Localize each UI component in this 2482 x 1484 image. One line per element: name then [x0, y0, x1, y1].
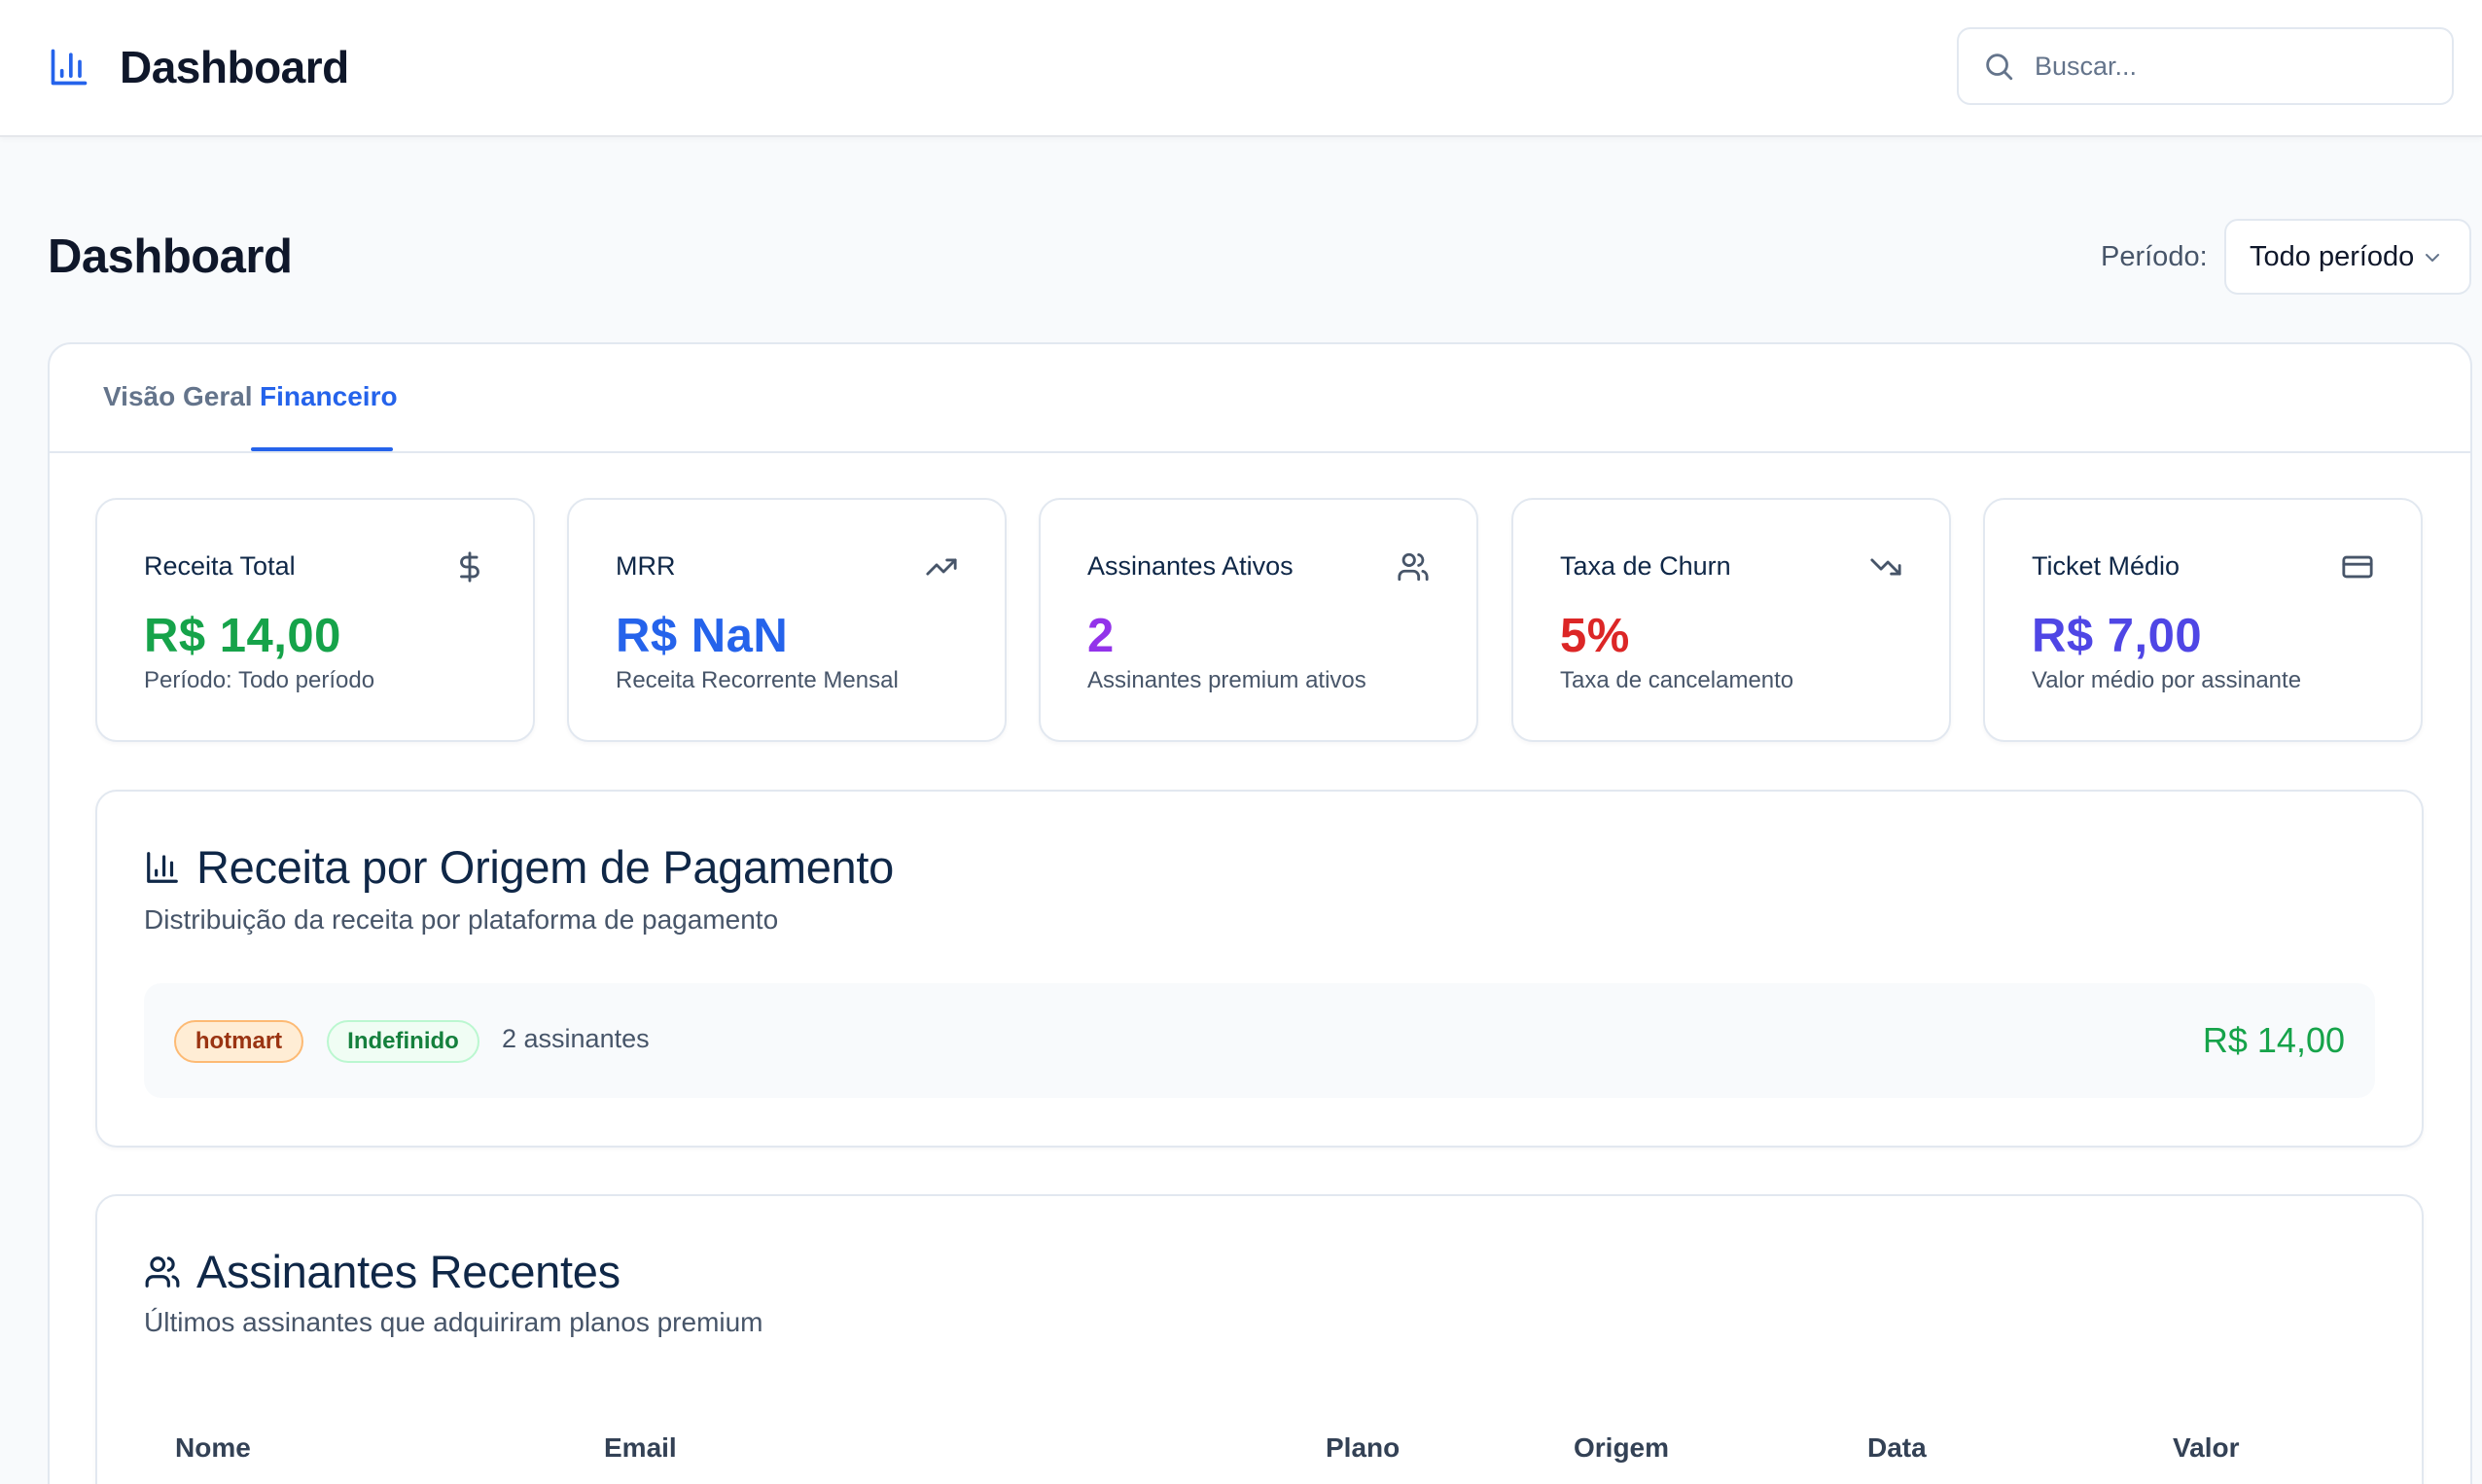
origin-revenue: R$ 14,00 [2202, 1020, 2345, 1060]
column-header-data[interactable]: Data [1867, 1432, 1927, 1464]
recent-subscribers-panel: Assinantes Recentes Últimos assinantes q… [95, 1194, 2424, 1484]
dollar-icon [453, 550, 486, 583]
status-badge: Indefinido [327, 1020, 479, 1063]
top-bar: Dashboard [0, 0, 2482, 137]
revenue-by-origin-panel: Receita por Origem de Pagamento Distribu… [95, 790, 2424, 1148]
metric-card-assinantes-ativos: Assinantes Ativos 2 Assinantes premium a… [1039, 498, 1478, 742]
metric-card-ticket-medio: Ticket Médio R$ 7,00 Valor médio por ass… [1983, 498, 2423, 742]
metric-value: R$ NaN [616, 610, 789, 662]
metric-subtitle: Período: Todo período [144, 667, 375, 693]
metric-value: 2 [1087, 610, 1115, 662]
metric-subtitle: Receita Recorrente Mensal [616, 667, 899, 693]
metric-value: 5% [1560, 610, 1630, 662]
trending-down-icon [1869, 550, 1902, 583]
tab-financeiro[interactable]: Financeiro [260, 381, 398, 412]
metric-title: MRR [616, 551, 676, 581]
column-header-origem[interactable]: Origem [1574, 1432, 1669, 1464]
search-box[interactable] [1957, 27, 2454, 105]
trending-up-icon [925, 550, 958, 583]
metric-card-taxa-churn: Taxa de Churn 5% Taxa de cancelamento [1511, 498, 1951, 742]
search-icon [1982, 50, 2015, 83]
period-label: Período: [2101, 241, 2208, 272]
metric-value: R$ 7,00 [2032, 610, 2203, 662]
metric-subtitle: Assinantes premium ativos [1087, 667, 1366, 693]
chevron-down-icon [2421, 246, 2444, 269]
users-icon [144, 1254, 181, 1290]
tab-visao-geral[interactable]: Visão Geral [103, 381, 253, 412]
metric-value: R$ 14,00 [144, 610, 341, 662]
panel-header: Assinantes Recentes [144, 1245, 620, 1298]
panel-header: Receita por Origem de Pagamento [144, 840, 894, 894]
subscriber-count: 2 assinantes [502, 1024, 650, 1053]
panel-description: Distribuição da receita por plataforma d… [144, 904, 779, 935]
active-tab-indicator [251, 447, 393, 451]
bar-chart-icon [144, 849, 181, 886]
metric-subtitle: Taxa de cancelamento [1560, 667, 1794, 693]
column-header-email[interactable]: Email [604, 1432, 677, 1464]
metric-title: Ticket Médio [2032, 551, 2181, 581]
panel-description: Últimos assinantes que adquiriram planos… [144, 1307, 763, 1337]
bar-chart-icon [48, 46, 90, 88]
users-icon [1397, 550, 1430, 583]
period-select-value: Todo período [2250, 240, 2415, 272]
metric-title: Assinantes Ativos [1087, 551, 1294, 581]
page-title: Dashboard [48, 230, 293, 283]
origin-row: hotmart Indefinido 2 assinantes R$ 14,00 [144, 983, 2375, 1098]
column-header-plano[interactable]: Plano [1326, 1432, 1400, 1464]
period-select[interactable]: Todo período [2224, 219, 2471, 295]
column-header-valor[interactable]: Valor [2173, 1432, 2239, 1464]
tab-bar: Visão Geral Financeiro [50, 344, 2470, 453]
credit-card-icon [2341, 550, 2374, 583]
metric-card-receita-total: Receita Total R$ 14,00 Período: Todo per… [95, 498, 535, 742]
search-input[interactable] [2035, 51, 2443, 82]
column-header-nome[interactable]: Nome [175, 1432, 251, 1464]
metric-title: Receita Total [144, 551, 296, 581]
panel-title: Assinantes Recentes [196, 1246, 620, 1297]
brand[interactable]: Dashboard [48, 41, 349, 93]
origin-badge: hotmart [174, 1020, 303, 1063]
app-title: Dashboard [120, 42, 349, 92]
metric-title: Taxa de Churn [1560, 551, 1731, 581]
metric-subtitle: Valor médio por assinante [2032, 667, 2302, 693]
panel-title: Receita por Origem de Pagamento [196, 841, 894, 893]
metric-card-mrr: MRR R$ NaN Receita Recorrente Mensal [567, 498, 1007, 742]
